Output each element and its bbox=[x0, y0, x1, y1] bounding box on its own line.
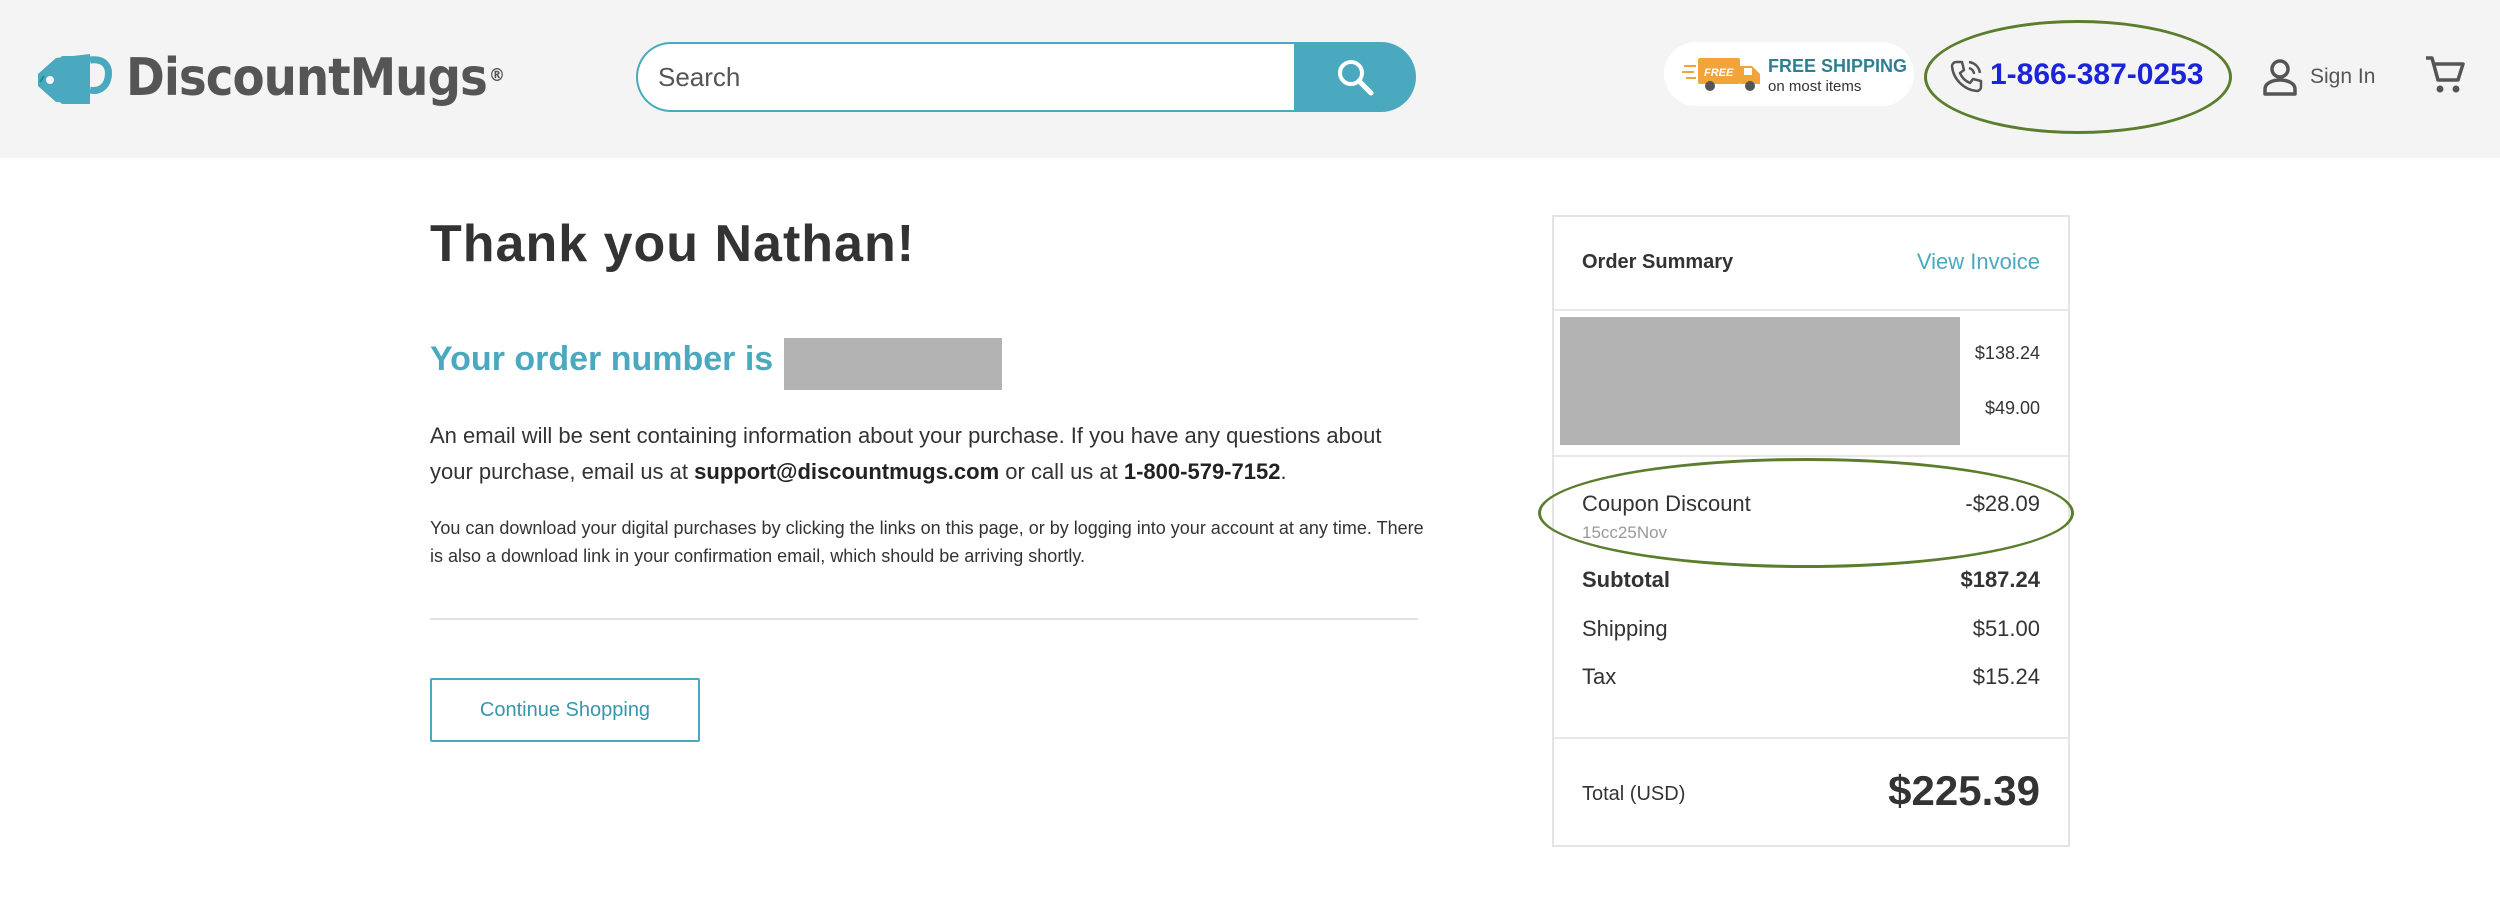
logo-wordmark: DiscountMugs ® bbox=[126, 48, 505, 108]
user-icon bbox=[2263, 59, 2297, 96]
tax-value: $15.24 bbox=[1972, 664, 2040, 689]
sign-in-link[interactable]: Sign In bbox=[2262, 56, 2375, 98]
item-price: $138.24 bbox=[1974, 343, 2040, 363]
phone-number[interactable]: 1-866-387-0253 bbox=[1990, 58, 2204, 92]
svg-text:FREE: FREE bbox=[1704, 67, 1734, 79]
email-notice: An email will be sent containing informa… bbox=[430, 423, 1382, 484]
free-shipping-title: FREE SHIPPING bbox=[1768, 56, 1908, 76]
total-value: $225.39 bbox=[1888, 767, 2040, 814]
header-phone[interactable]: 1-866-387-0253 bbox=[1924, 20, 2232, 134]
shipping-label: Shipping bbox=[1582, 616, 1668, 641]
download-notice: You can download your digital purchases … bbox=[430, 518, 1424, 566]
subtotal-value: $187.24 bbox=[1960, 567, 2040, 592]
subtotal-label: Subtotal bbox=[1582, 567, 1670, 592]
search-input[interactable] bbox=[636, 42, 1296, 112]
search-bar bbox=[636, 42, 1416, 112]
coupon-code: 15cc25Nov bbox=[1582, 523, 1668, 542]
item-price: $49.00 bbox=[1984, 398, 2040, 418]
total-label: Total (USD) bbox=[1582, 783, 1686, 805]
order-number-label: Your order number is bbox=[430, 340, 774, 378]
page-title: Thank you Nathan! bbox=[430, 215, 916, 273]
mug-tag-icon bbox=[38, 54, 112, 104]
tax-label: Tax bbox=[1582, 664, 1617, 689]
support-phone[interactable]: 1-800-579-7152 bbox=[1124, 459, 1281, 484]
search-icon bbox=[1338, 60, 1374, 96]
delivery-truck-icon: FREE bbox=[1682, 58, 1760, 91]
support-email[interactable]: support@discountmugs.com bbox=[694, 459, 999, 484]
site-header: DiscountMugs® FREE FREE SHIPPING on most… bbox=[0, 0, 2500, 158]
order-summary-title: Order Summary bbox=[1582, 251, 1734, 273]
search-button[interactable] bbox=[1294, 42, 1416, 112]
sign-in-label: Sign In bbox=[2310, 65, 2376, 88]
cart-button[interactable] bbox=[2424, 54, 2466, 101]
continue-shopping-button[interactable]: Continue Shopping bbox=[430, 678, 700, 742]
shipping-value: $51.00 bbox=[1972, 616, 2040, 641]
free-shipping-subtitle: on most items bbox=[1768, 78, 1862, 95]
free-shipping-badge: FREE FREE SHIPPING on most items bbox=[1664, 42, 1914, 106]
coupon-discount-value: -$28.09 bbox=[1965, 491, 2040, 516]
coupon-discount-label: Coupon Discount bbox=[1582, 491, 1751, 516]
order-items-redacted bbox=[1560, 317, 1960, 445]
content-divider bbox=[430, 618, 1418, 620]
summary-divider bbox=[1554, 737, 2068, 739]
discountmugs-logo[interactable]: DiscountMugs ® bbox=[34, 46, 505, 110]
order-number-redacted bbox=[784, 338, 1002, 390]
cart-icon bbox=[2426, 56, 2465, 93]
summary-divider bbox=[1554, 309, 2068, 311]
order-summary-card: Order Summary View Invoice $138.24 $49.0… bbox=[1552, 215, 2070, 847]
view-invoice-link[interactable]: View Invoice bbox=[1917, 249, 2040, 275]
summary-divider bbox=[1554, 455, 2068, 457]
phone-icon bbox=[1950, 60, 1983, 93]
